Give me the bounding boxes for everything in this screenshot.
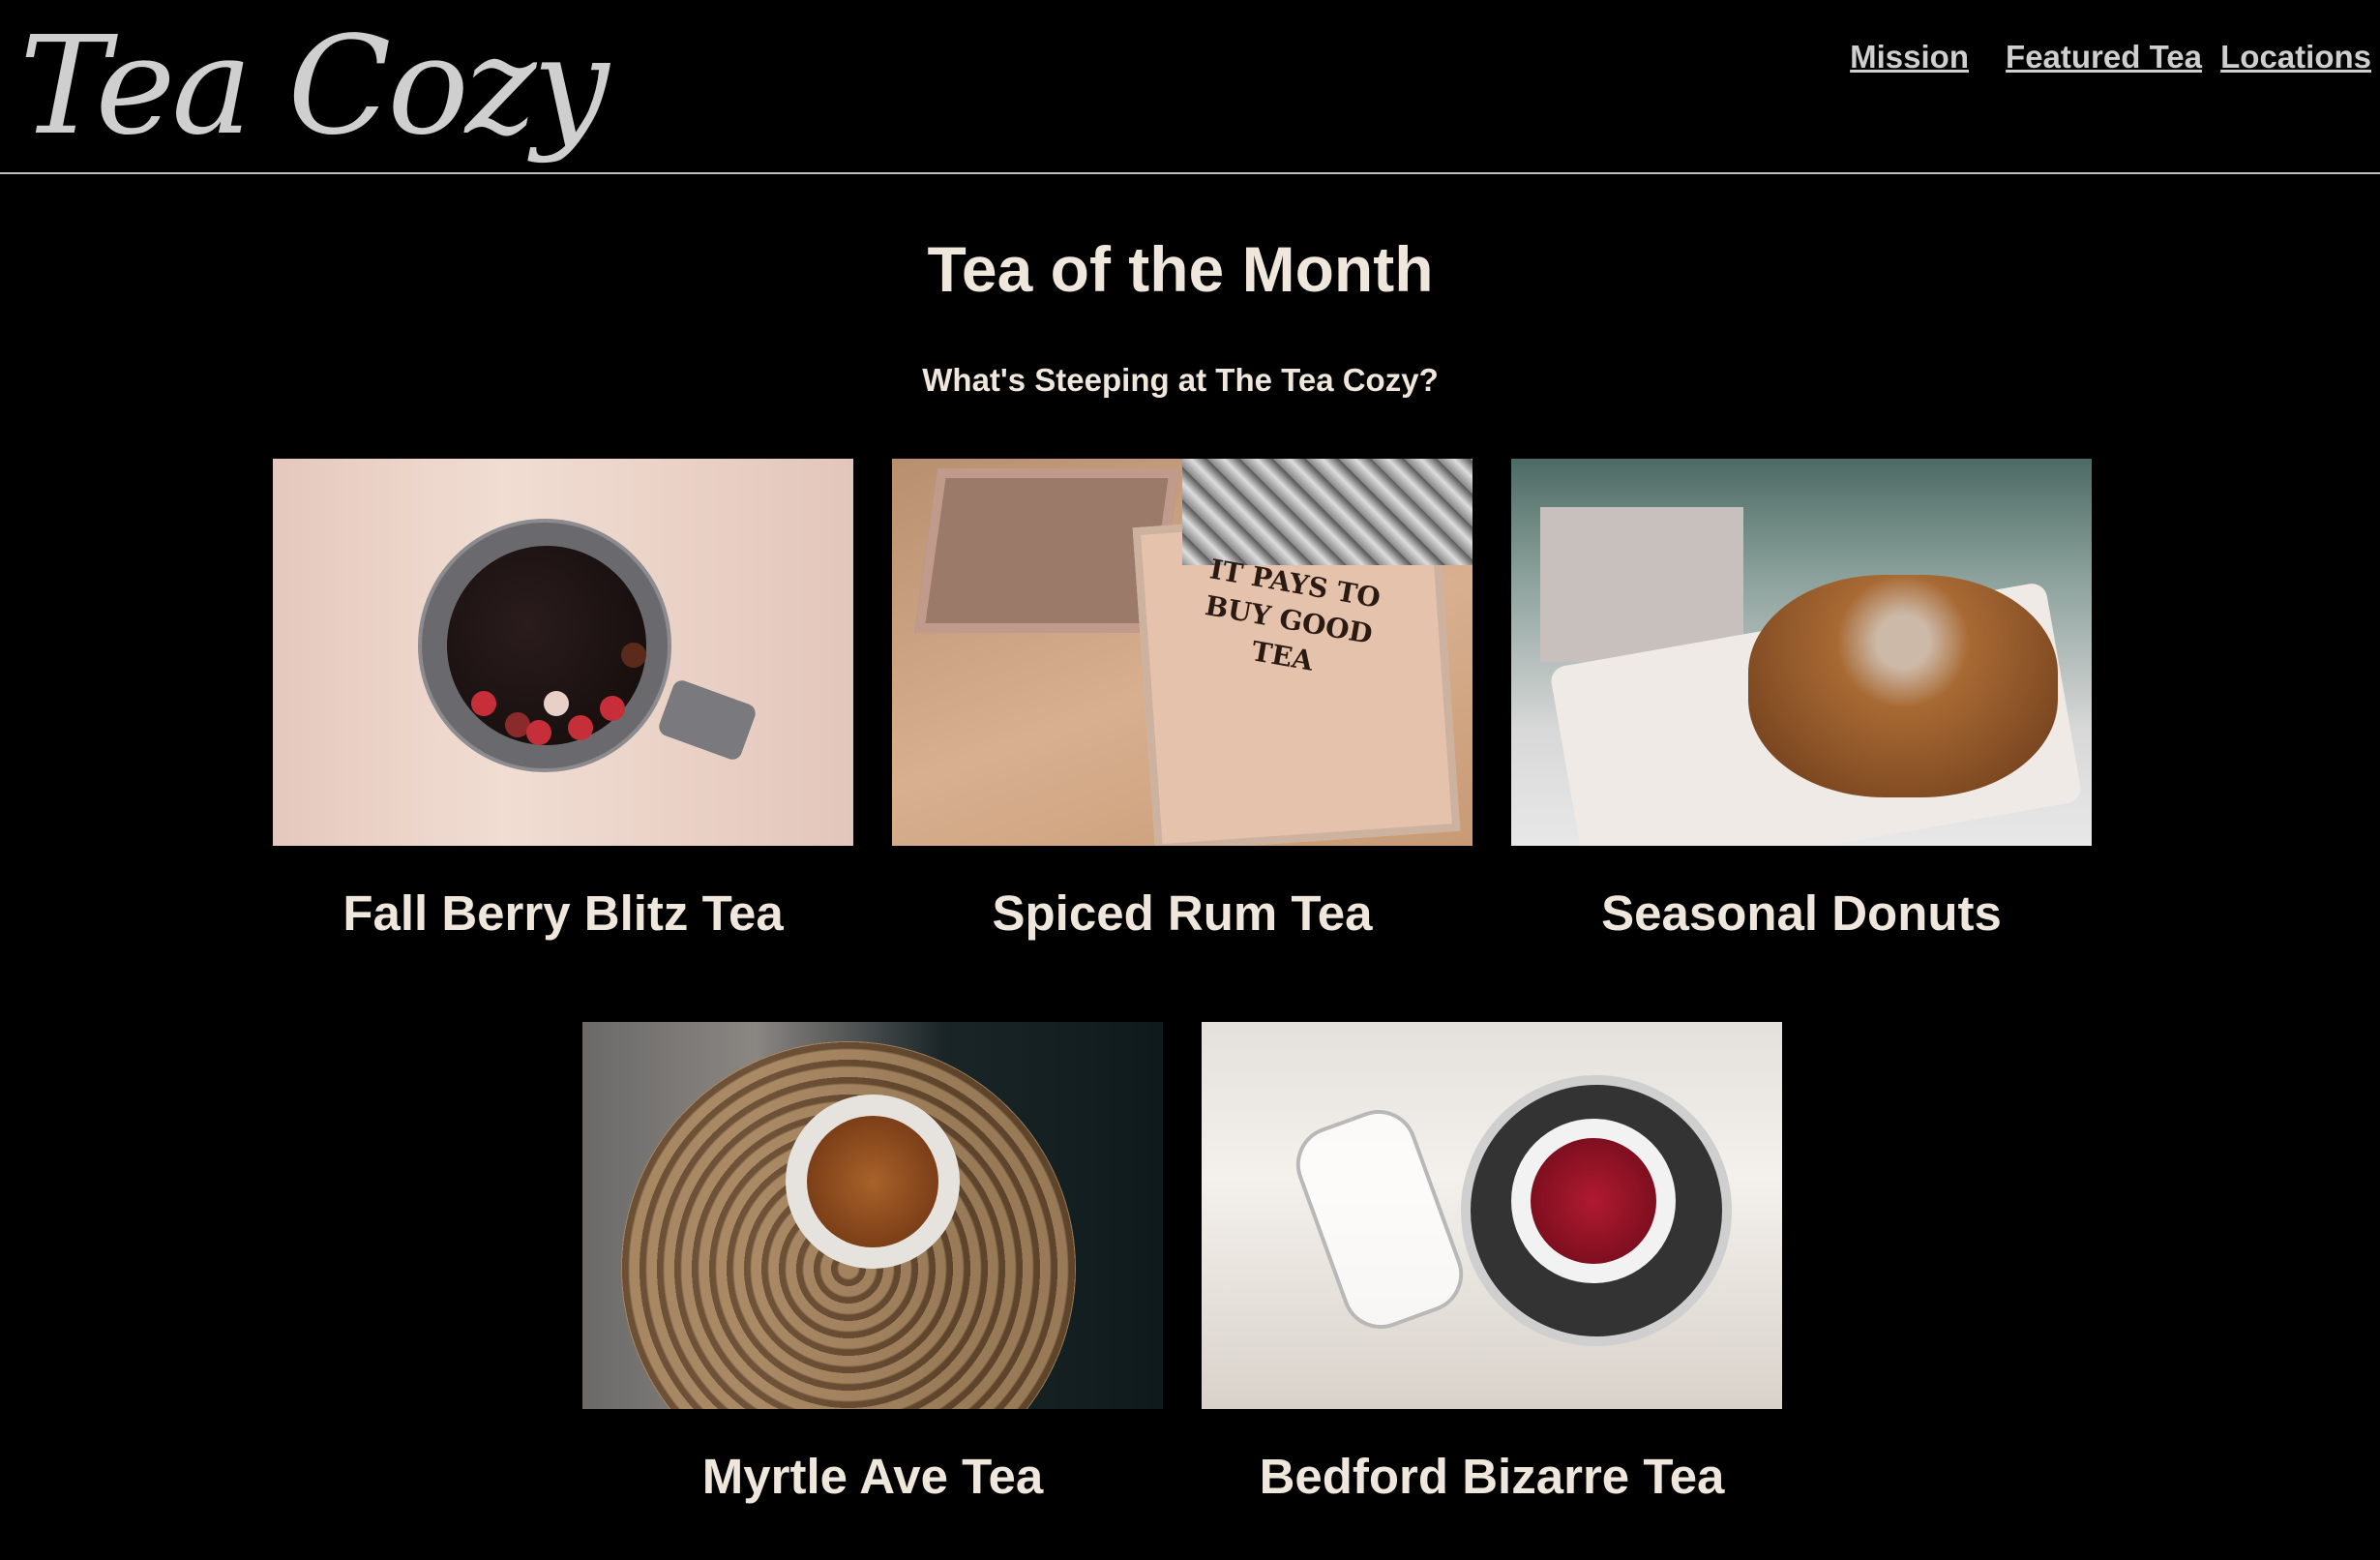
site-logo[interactable]: Tea Cozy: [19, 0, 610, 174]
site-header: Tea Cozy Mission Featured Tea Locations: [0, 0, 2380, 174]
tea-name: Myrtle Ave Tea: [701, 1449, 1044, 1504]
nav-link-featured-tea[interactable]: Featured Tea: [2006, 39, 2202, 75]
tea-image-red-tea: [1202, 1022, 1782, 1409]
tea-name: Spiced Rum Tea: [992, 885, 1373, 941]
tea-card-myrtle-ave: Myrtle Ave Tea: [582, 1022, 1163, 1504]
tea-name: Bedford Bizarre Tea: [1259, 1449, 1725, 1504]
tea-name: Fall Berry Blitz Tea: [342, 885, 784, 941]
nav-link-locations[interactable]: Locations: [2220, 39, 2371, 75]
page-title: Tea of the Month: [927, 233, 1434, 305]
tea-image-teacup-tray: [582, 1022, 1163, 1409]
tea-card-spiced-rum: IT PAYS TO BUY GOOD TEA Spiced Rum Tea: [892, 459, 1473, 941]
tea-card-bedford-bizarre: Bedford Bizarre Tea: [1202, 1022, 1782, 1504]
tea-image-donut: [1511, 459, 2092, 846]
tea-name: Seasonal Donuts: [1601, 885, 2002, 941]
tea-card-seasonal-donuts: Seasonal Donuts: [1511, 459, 2092, 941]
nav-link-mission[interactable]: Mission: [1850, 39, 1969, 75]
tea-image-berry-mug: [273, 459, 853, 846]
tea-image-tea-box: IT PAYS TO BUY GOOD TEA: [892, 459, 1473, 846]
page-subtitle: What's Steeping at The Tea Cozy?: [922, 362, 1439, 398]
tea-card-fall-berry-blitz: Fall Berry Blitz Tea: [273, 459, 853, 941]
